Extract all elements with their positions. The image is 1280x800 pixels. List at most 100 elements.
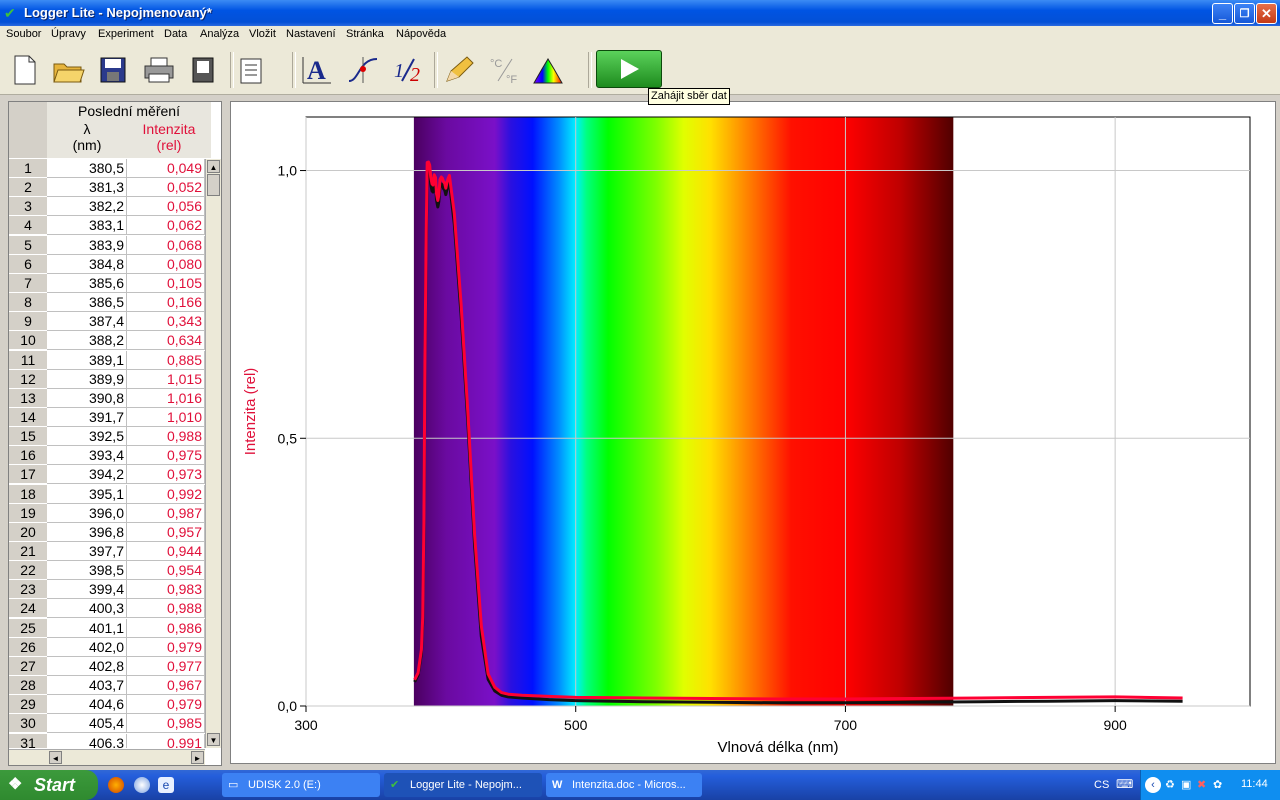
scroll-thumb[interactable] [207, 174, 220, 196]
units-button[interactable]: °C °F [488, 53, 522, 87]
antivirus-icon[interactable]: ✿ [1213, 778, 1222, 791]
keyboard-icon[interactable]: ⌨ [1116, 777, 1133, 791]
open-file-button[interactable] [52, 53, 86, 87]
task-logger-lite[interactable]: ✔ Logger Lite - Nepojm... [384, 773, 542, 797]
table-row[interactable]: 26 402,0 0,979 [9, 637, 211, 657]
spectrum-button[interactable] [532, 53, 566, 87]
row-number[interactable]: 26 [9, 637, 47, 657]
wavelength-cell[interactable]: 380,5 [47, 159, 127, 178]
row-number[interactable]: 22 [9, 561, 47, 581]
table-row[interactable]: 21 397,7 0,944 [9, 542, 211, 561]
menu-upravy[interactable]: Úpravy [51, 28, 86, 40]
table-row[interactable]: 23 399,4 0,983 [9, 580, 211, 600]
task-word-doc[interactable]: W Intenzita.doc - Micros... [546, 773, 702, 797]
intensity-cell[interactable]: 1,015 [127, 369, 205, 389]
row-number[interactable]: 12 [9, 369, 47, 389]
menu-napoveda[interactable]: Nápověda [396, 28, 446, 40]
intensity-cell[interactable]: 0,062 [127, 216, 205, 236]
menu-vlozit[interactable]: Vložit [249, 28, 276, 40]
intensity-cell[interactable]: 0,991 [127, 733, 205, 748]
row-number[interactable]: 3 [9, 197, 47, 217]
intensity-cell[interactable]: 1,010 [127, 407, 205, 427]
app-icon[interactable]: ✔ [4, 5, 20, 21]
wavelength-column-header[interactable]: λ (nm) [47, 121, 128, 158]
graph-panel[interactable]: 300 500 700 900 0,0 0,5 1,0 Vlnová délka (nm) … [230, 101, 1276, 764]
safely-remove-icon[interactable]: ♻ [1165, 778, 1175, 791]
row-number[interactable]: 13 [9, 388, 47, 408]
intensity-cell[interactable]: 0,049 [127, 159, 205, 178]
row-number[interactable]: 11 [9, 350, 47, 370]
table-row[interactable]: 25 401,1 0,986 [9, 618, 211, 638]
annotation-button[interactable] [442, 53, 476, 87]
wavelength-cell[interactable]: 389,1 [47, 350, 127, 370]
table-row[interactable]: 4 383,1 0,062 [9, 216, 211, 236]
wavelength-cell[interactable]: 383,9 [47, 235, 127, 255]
table-row[interactable]: 22 398,5 0,954 [9, 561, 211, 581]
table-row[interactable]: 28 403,7 0,967 [9, 676, 211, 696]
intensity-cell[interactable]: 0,885 [127, 350, 205, 370]
row-number[interactable]: 10 [9, 331, 47, 351]
table-row[interactable]: 30 405,4 0,985 [9, 714, 211, 734]
table-row[interactable]: 17 394,2 0,973 [9, 465, 211, 485]
table-row[interactable]: 10 388,2 0,634 [9, 331, 211, 351]
row-number[interactable]: 23 [9, 580, 47, 600]
ie-icon[interactable]: e [158, 777, 174, 793]
intensity-cell[interactable]: 0,979 [127, 695, 205, 715]
horizontal-scrollbar[interactable]: ◄ ► [9, 749, 205, 765]
wavelength-cell[interactable]: 386,5 [47, 293, 127, 313]
intensity-cell[interactable]: 0,944 [127, 542, 205, 561]
row-number[interactable]: 2 [9, 178, 47, 198]
wavelength-cell[interactable]: 392,5 [47, 427, 127, 447]
menu-nastaveni[interactable]: Nastavení [286, 28, 336, 40]
wavelength-cell[interactable]: 391,7 [47, 407, 127, 427]
row-number[interactable]: 31 [9, 733, 47, 748]
maximize-button[interactable]: ❐ [1234, 3, 1255, 24]
wavelength-cell[interactable]: 387,4 [47, 312, 127, 332]
row-number[interactable]: 15 [9, 427, 47, 447]
intensity-cell[interactable]: 1,016 [127, 388, 205, 408]
intensity-cell[interactable]: 0,985 [127, 714, 205, 734]
scroll-down-arrow-icon[interactable]: ▼ [207, 733, 220, 746]
row-number[interactable]: 25 [9, 618, 47, 638]
autoscale-button[interactable]: A [300, 53, 334, 87]
table-row[interactable]: 12 389,9 1,015 [9, 369, 211, 389]
table-row[interactable]: 11 389,1 0,885 [9, 350, 211, 370]
tangent-button[interactable]: 12 [392, 53, 426, 87]
intensity-cell[interactable]: 0,166 [127, 293, 205, 313]
wavelength-cell[interactable]: 385,6 [47, 273, 127, 293]
menu-analyza[interactable]: Analýza [200, 28, 239, 40]
intensity-cell[interactable]: 0,988 [127, 427, 205, 447]
wavelength-cell[interactable]: 398,5 [47, 561, 127, 581]
print-button[interactable] [142, 53, 176, 87]
spectrum-chart[interactable]: 300 500 700 9000,00,51,0 Vlnová délka (nm) … [231, 102, 1275, 763]
intensity-cell[interactable]: 0,987 [127, 503, 205, 523]
row-number[interactable]: 1 [9, 159, 47, 178]
menu-data[interactable]: Data [164, 28, 187, 40]
intensity-cell[interactable]: 0,986 [127, 618, 205, 638]
wavelength-cell[interactable]: 395,1 [47, 484, 127, 504]
wavelength-cell[interactable]: 399,4 [47, 580, 127, 600]
table-row[interactable]: 3 382,2 0,056 [9, 197, 211, 217]
intensity-cell[interactable]: 0,957 [127, 522, 205, 542]
row-number[interactable]: 6 [9, 254, 47, 274]
intensity-cell[interactable]: 0,979 [127, 637, 205, 657]
volume-muted-icon[interactable]: ✖ [1197, 778, 1206, 791]
intensity-cell[interactable]: 0,992 [127, 484, 205, 504]
row-number[interactable]: 20 [9, 522, 47, 542]
intensity-cell[interactable]: 0,973 [127, 465, 205, 485]
row-number[interactable]: 5 [9, 235, 47, 255]
tray-expand-icon[interactable]: ‹ [1145, 777, 1161, 793]
row-number[interactable]: 16 [9, 446, 47, 466]
wavelength-cell[interactable]: 402,8 [47, 656, 127, 676]
intensity-cell[interactable]: 0,967 [127, 676, 205, 696]
new-file-button[interactable] [8, 53, 42, 87]
media-player-icon[interactable] [134, 777, 150, 793]
intensity-cell[interactable]: 0,068 [127, 235, 205, 255]
row-number[interactable]: 24 [9, 599, 47, 619]
collect-button[interactable] [596, 50, 662, 88]
intensity-cell[interactable]: 0,975 [127, 446, 205, 466]
table-row[interactable]: 15 392,5 0,988 [9, 427, 211, 447]
row-number[interactable]: 7 [9, 273, 47, 293]
wavelength-cell[interactable]: 396,8 [47, 522, 127, 542]
wavelength-cell[interactable]: 383,1 [47, 216, 127, 236]
